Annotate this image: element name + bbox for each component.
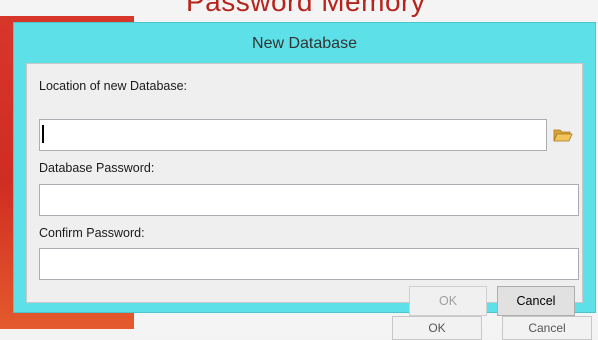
browse-button[interactable] — [548, 119, 578, 151]
new-database-dialog: New Database Location of new Database: D… — [13, 22, 596, 316]
location-input[interactable] — [39, 119, 547, 151]
dialog-title-bar[interactable]: New Database — [14, 23, 595, 63]
background-cancel-button: Cancel — [502, 316, 592, 340]
background-ok-button: OK — [392, 316, 482, 340]
dialog-client-area: Location of new Database: Database Passw… — [26, 63, 583, 316]
cancel-button[interactable]: Cancel — [497, 286, 575, 316]
confirm-password-field[interactable] — [39, 248, 579, 280]
confirm-password-label: Confirm Password: — [39, 226, 145, 240]
ok-button[interactable]: OK — [409, 286, 487, 316]
dialog-title: New Database — [252, 35, 357, 52]
text-caret — [42, 125, 44, 143]
location-label: Location of new Database: — [39, 79, 188, 93]
database-password-field[interactable] — [39, 184, 579, 216]
folder-open-icon — [553, 129, 573, 142]
background-app-title: Password Memory — [186, 0, 426, 17]
location-field-wrapper — [39, 119, 547, 151]
database-password-label: Database Password: — [39, 161, 155, 175]
